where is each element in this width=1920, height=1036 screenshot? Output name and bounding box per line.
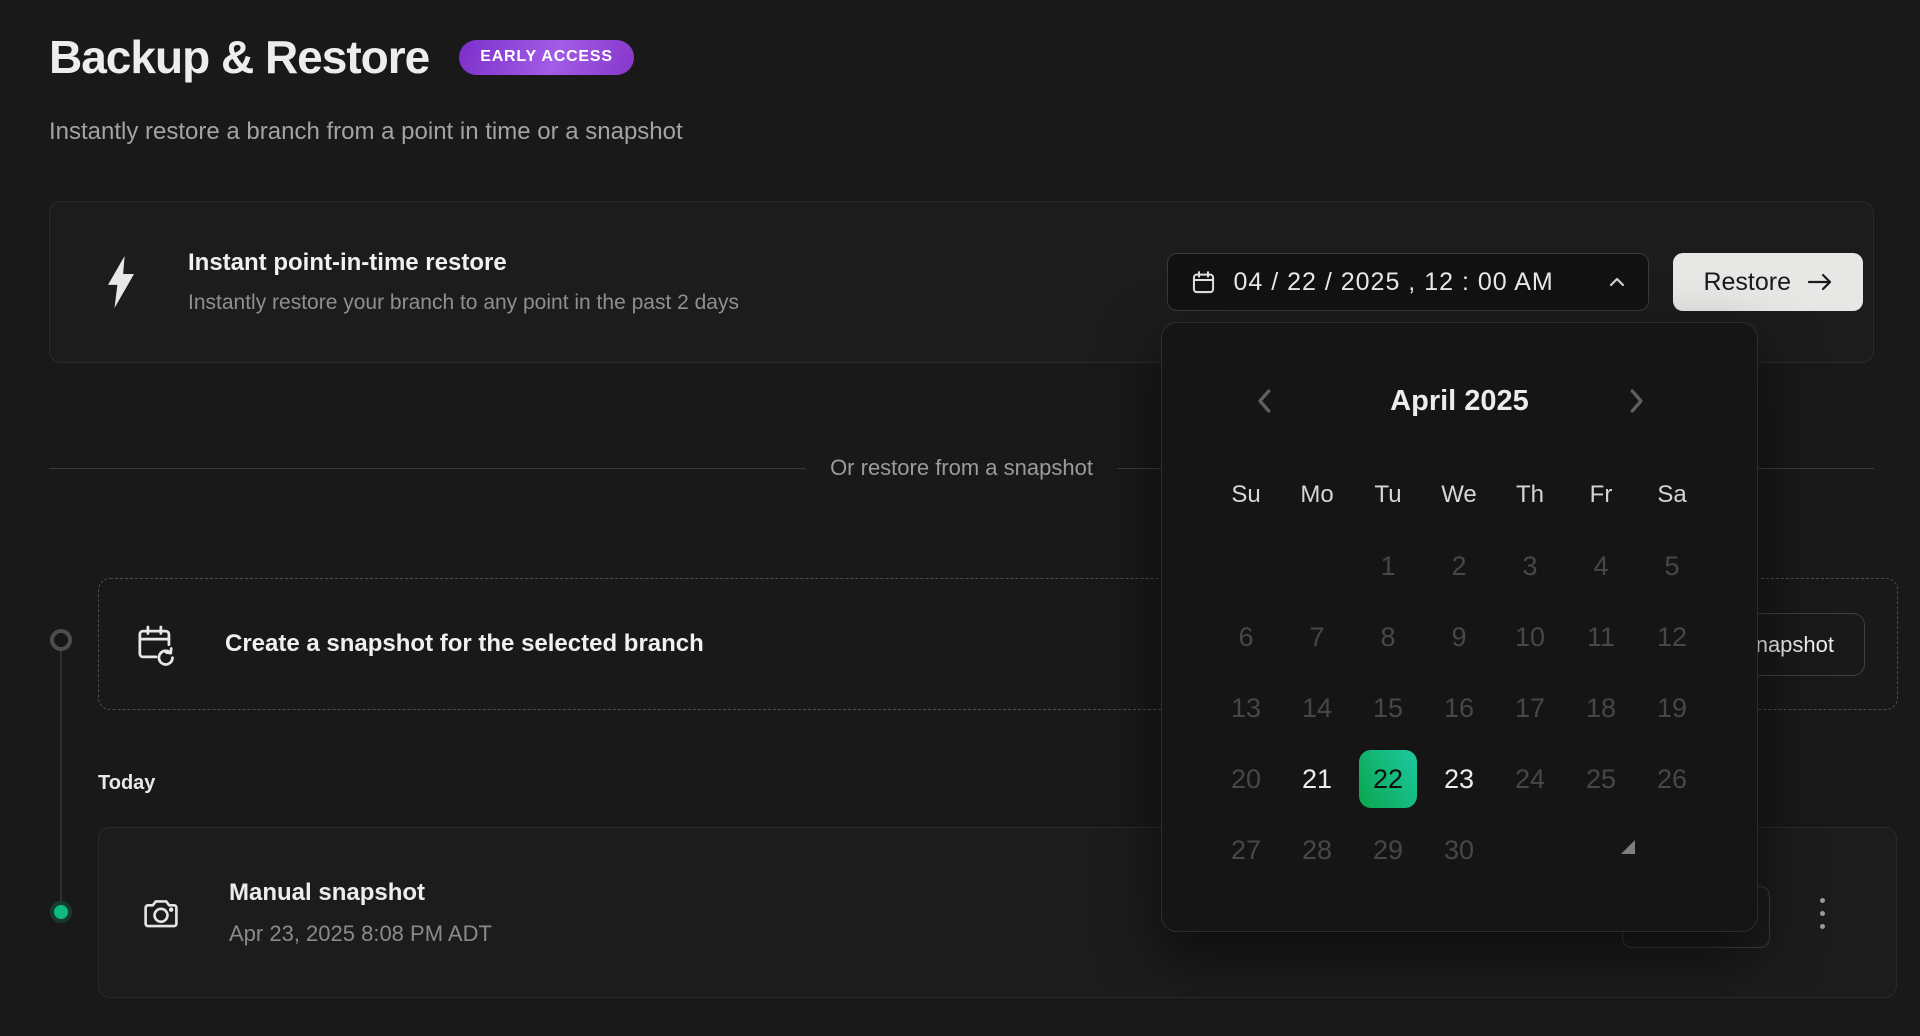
- calendar-weekday-row: Su Mo Tu We Th Fr Sa: [1217, 471, 1701, 519]
- timeline-connector: [60, 651, 62, 903]
- weekday-label: Mo: [1288, 471, 1346, 519]
- calendar-day-selected[interactable]: 22: [1359, 750, 1417, 808]
- page-subtitle: Instantly restore a branch from a point …: [49, 118, 683, 146]
- today-label: Today: [98, 772, 155, 795]
- pitr-title: Instant point-in-time restore: [188, 249, 739, 277]
- timeline-dot-active: [50, 901, 72, 923]
- calendar-day: 29: [1359, 821, 1417, 879]
- calendar-sync-icon: [135, 621, 177, 667]
- calendar-day: 19: [1643, 679, 1701, 737]
- corner-grip-triangle: [1621, 840, 1635, 854]
- calendar-day: 5: [1643, 537, 1701, 595]
- create-snapshot-label: Create a snapshot for the selected branc…: [225, 630, 704, 658]
- calendar-day: 27: [1217, 821, 1275, 879]
- calendar-icon: [1190, 269, 1217, 296]
- chevron-left-icon[interactable]: [1252, 382, 1290, 420]
- calendar-day: 8: [1359, 608, 1417, 666]
- calendar-day: 24: [1501, 750, 1559, 808]
- lightning-bolt-icon: [106, 256, 136, 308]
- calendar-day: 30: [1430, 821, 1488, 879]
- snapshot-timestamp: Apr 23, 2025 8:08 PM ADT: [229, 921, 492, 947]
- weekday-label: We: [1430, 471, 1488, 519]
- calendar-day: 4: [1572, 537, 1630, 595]
- calendar-day: 14: [1288, 679, 1346, 737]
- restore-button[interactable]: Restore: [1673, 253, 1863, 311]
- calendar-day: 15: [1359, 679, 1417, 737]
- weekday-label: Su: [1217, 471, 1275, 519]
- pitr-description: Instantly restore your branch to any poi…: [188, 291, 739, 315]
- calendar-day: 13: [1217, 679, 1275, 737]
- camera-icon: [141, 894, 181, 932]
- calendar-day: 25: [1572, 750, 1630, 808]
- kebab-vertical-icon[interactable]: [1798, 888, 1846, 938]
- date-picker-popup: April 2025 SuMoTuWeThFrSa 12345678910111…: [1161, 322, 1758, 932]
- early-access-badge: EARLY ACCESS: [459, 40, 634, 75]
- timeline-dot-pending: [50, 629, 72, 651]
- datetime-value: 04 / 22 / 2025 , 12 : 00 AM: [1233, 268, 1592, 297]
- weekday-label: Th: [1501, 471, 1559, 519]
- calendar-day: 6: [1217, 608, 1275, 666]
- weekday-label: Tu: [1359, 471, 1417, 519]
- weekday-label: Sa: [1643, 471, 1701, 519]
- page-title: Backup & Restore: [49, 28, 429, 86]
- calendar-empty-cell: [1217, 537, 1275, 595]
- weekday-label: Fr: [1572, 471, 1630, 519]
- calendar-day: 17: [1501, 679, 1559, 737]
- calendar-day: 2: [1430, 537, 1488, 595]
- calendar-day: 16: [1430, 679, 1488, 737]
- calendar-day: 1: [1359, 537, 1417, 595]
- divider-label: Or restore from a snapshot: [830, 455, 1093, 481]
- calendar-day: 18: [1572, 679, 1630, 737]
- calendar-day: 12: [1643, 608, 1701, 666]
- snapshot-title: Manual snapshot: [229, 879, 492, 907]
- chevron-right-icon[interactable]: [1623, 382, 1661, 420]
- calendar-day: 10: [1501, 608, 1559, 666]
- calendar-day[interactable]: 23: [1430, 750, 1488, 808]
- calendar-day: 28: [1288, 821, 1346, 879]
- calendar-day: 3: [1501, 537, 1559, 595]
- calendar-empty-cell: [1643, 821, 1701, 879]
- calendar-day-grid: 1234567891011121314151617181920212223242…: [1217, 537, 1701, 879]
- backup-restore-page: Backup & Restore EARLY ACCESS Instantly …: [0, 0, 1920, 1036]
- calendar-empty-cell: [1501, 821, 1559, 879]
- calendar-day: 9: [1430, 608, 1488, 666]
- calendar-day: 20: [1217, 750, 1275, 808]
- calendar-empty-cell: [1288, 537, 1346, 595]
- chevron-up-icon: [1608, 276, 1626, 288]
- calendar-day[interactable]: 21: [1288, 750, 1346, 808]
- page-header: Backup & Restore EARLY ACCESS: [49, 28, 634, 86]
- arrow-right-icon: [1807, 273, 1833, 291]
- calendar-day: 26: [1643, 750, 1701, 808]
- calendar-day: 11: [1572, 608, 1630, 666]
- datetime-picker-trigger[interactable]: 04 / 22 / 2025 , 12 : 00 AM: [1167, 253, 1649, 311]
- calendar-day: 7: [1288, 608, 1346, 666]
